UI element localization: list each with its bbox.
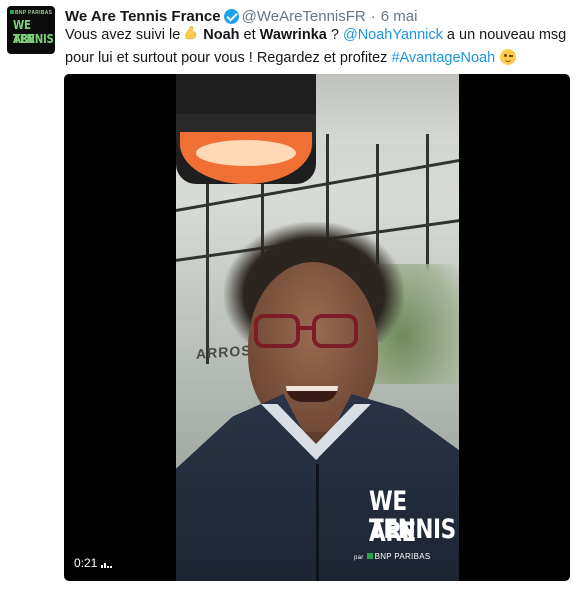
video-lamp-light — [196, 140, 296, 166]
bnp-leaf-icon — [366, 553, 373, 559]
video-jacket-zipper — [316, 464, 319, 581]
tweet-name-noah: Noah — [203, 27, 240, 43]
hashtag-link[interactable]: #AvantageNoah — [391, 50, 495, 66]
avatar[interactable]: BNP PARIBAS WE ARE TENNIS — [7, 6, 55, 54]
watermark-sponsor: par BNP PARIBAS — [354, 552, 431, 561]
tweet-name-wawrinka: Wawrinka — [259, 27, 327, 43]
video-player[interactable]: ARROS WE ARE TENNIS par BNP PARIBAS 0:21 — [64, 74, 570, 581]
watermark-par: par — [354, 555, 364, 561]
tweet-text-part2: et — [243, 27, 256, 43]
winking-face-emoji — [500, 49, 517, 65]
video-timecode: 0:21 — [74, 556, 113, 570]
avatar-logo-line2: TENNIS — [13, 32, 54, 46]
mention-link[interactable]: @NoahYannick — [343, 27, 443, 43]
bnp-leaf-icon — [10, 10, 14, 14]
tweet-text: Vous avez suivi le Noah et Wawrinka ? @No… — [65, 23, 570, 69]
watermark-sponsor-name: BNP PARIBAS — [374, 552, 431, 561]
volume-icon[interactable] — [101, 558, 113, 568]
verified-badge-icon — [223, 8, 239, 24]
video-glasses-bridge — [298, 326, 314, 330]
header-separator: · — [370, 7, 376, 25]
tweet-text-part3: ? — [330, 27, 339, 43]
display-name[interactable]: We Are Tennis France — [65, 8, 221, 25]
flexed-biceps-emoji — [183, 25, 199, 41]
video-person-mouth — [286, 386, 338, 402]
user-handle[interactable]: @WeAreTennisFR — [242, 8, 366, 25]
tweet-date[interactable]: 6 mai — [381, 8, 418, 25]
tweet-text-part1: Vous avez suivi le — [65, 27, 181, 43]
tweet: BNP PARIBAS WE ARE TENNIS We Are Tennis … — [0, 0, 577, 589]
video-time: 0:21 — [74, 556, 98, 570]
video-frame: ARROS WE ARE TENNIS par BNP PARIBAS — [176, 74, 459, 581]
video-glasses-left — [254, 314, 300, 348]
watermark-line2: TENNIS — [369, 514, 456, 545]
video-glasses-right — [312, 314, 358, 348]
avatar-sponsor: BNP PARIBAS — [15, 10, 53, 16]
